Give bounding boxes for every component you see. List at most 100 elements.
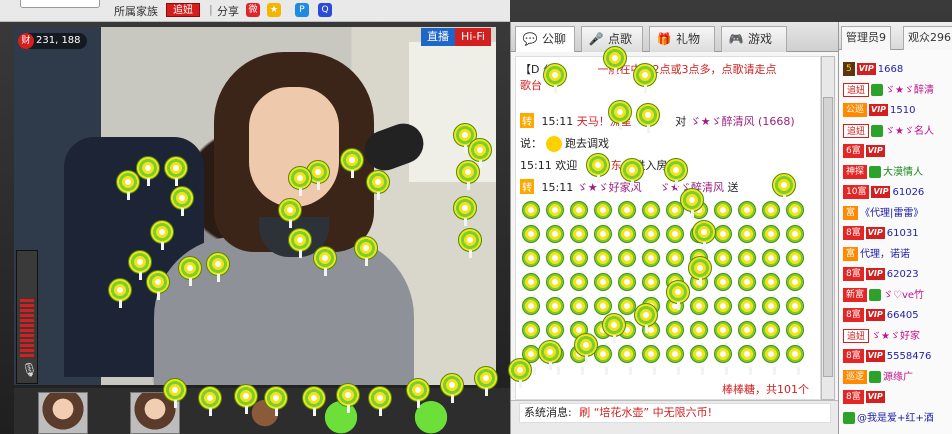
vip-badge: VIP: [865, 268, 885, 280]
level-badge: 富: [843, 246, 859, 261]
qzone-icon[interactable]: ★: [267, 3, 281, 17]
user-row[interactable]: 神探 大漠情人: [843, 164, 923, 181]
announcement-text-cont: 歌台: [520, 79, 542, 92]
lollipop-icon: [786, 201, 804, 231]
mic-volume-slider[interactable]: 🎙: [16, 250, 38, 384]
lollipop-icon: [468, 138, 492, 168]
user-name[interactable]: ゞ★ゞ好家: [871, 331, 920, 342]
tab-games[interactable]: 🎮 游戏: [721, 26, 787, 52]
tab-public-chat[interactable]: 💬 公聊: [515, 26, 575, 52]
user-name[interactable]: 66405: [887, 310, 919, 321]
lollipop-icon: [690, 297, 708, 327]
lollipop-icon: [786, 273, 804, 303]
member-icon: [843, 411, 855, 424]
lollipop-icon: [453, 196, 477, 226]
user-name[interactable]: 大漠情人: [883, 167, 923, 178]
hifi-badge[interactable]: Hi-Fi: [455, 28, 491, 46]
viewer-avatar[interactable]: [38, 392, 88, 434]
user-row[interactable]: 8富 VIP: [843, 390, 887, 406]
chat-scrollbar[interactable]: [821, 56, 835, 400]
user-name[interactable]: ゞ♡ve竹: [883, 290, 924, 301]
user-row[interactable]: 8富 VIP 62023: [843, 267, 919, 283]
lollipop-icon: [738, 321, 756, 351]
level-badge: 神探: [843, 164, 868, 179]
message-target-user[interactable]: ゞ★ゞ醉清风 (1668): [690, 115, 795, 128]
user-row[interactable]: 公巡 VIP 1510: [843, 103, 916, 119]
user-row[interactable]: 8富 VIP 5558476: [843, 349, 931, 365]
user-name[interactable]: 源缘广: [883, 372, 913, 383]
user-row[interactable]: 新富 ゞ♡ve竹: [843, 287, 924, 304]
lollipop-icon: [508, 358, 532, 388]
level-badge: 8富: [843, 267, 864, 281]
lollipop-icon: [666, 249, 684, 279]
lollipop-icon: [738, 297, 756, 327]
gift-summary: 棒棒糖，共101个: [722, 383, 809, 396]
user-row[interactable]: 追妞 ゞ★ゞ名人: [843, 123, 934, 140]
lollipop-icon: [594, 273, 612, 303]
tab-label: 公聊: [542, 32, 567, 46]
level-badge: 5: [843, 62, 855, 76]
tab-admins[interactable]: 管理员9: [841, 26, 891, 50]
lollipop-icon: [313, 246, 337, 276]
user-row[interactable]: 富《代理|雷雷》: [843, 205, 923, 222]
lollipop-icon: [636, 103, 660, 133]
member-icon: [871, 124, 884, 137]
user-name[interactable]: @我是爱+红+酒: [857, 413, 934, 424]
user-row[interactable]: 8富 VIP 61031: [843, 226, 919, 242]
lollipop-icon: [522, 249, 540, 279]
lollipop-icon: [570, 201, 588, 231]
wealth-counter: 财 231, 188: [18, 33, 87, 49]
lollipop-icon: [762, 273, 780, 303]
user-row[interactable]: 追妞 ゞ★ゞ好家: [843, 328, 920, 345]
qq-icon[interactable]: Q: [318, 3, 332, 17]
user-row[interactable]: 8富 VIP 66405: [843, 308, 919, 324]
volume-level: [20, 299, 34, 359]
message-connector: 对: [675, 115, 687, 128]
lollipop-icon: [618, 201, 636, 231]
user-name[interactable]: 《代理|雷雷》: [860, 208, 923, 219]
tab-gifts[interactable]: 🎁 礼物: [649, 26, 715, 52]
microphone-icon[interactable]: 🎙: [21, 363, 38, 379]
user-name[interactable]: 1510: [890, 105, 915, 116]
user-row[interactable]: 追妞 ゞ★ゞ醉清: [843, 82, 934, 99]
user-name[interactable]: 1668: [878, 64, 903, 75]
system-message[interactable]: 系统消息: 刷 “培花水壶” 中无限六币!: [519, 403, 831, 423]
user-name[interactable]: ゞ★ゞ名人: [885, 126, 934, 137]
lollipop-icon: [714, 297, 732, 327]
message-action: 送: [727, 181, 739, 194]
live-video-stream[interactable]: [14, 27, 496, 385]
avatar-thumbnail[interactable]: [20, 0, 100, 8]
user-name[interactable]: 代理，诺诺: [860, 249, 910, 260]
lollipop-icon: [366, 170, 390, 200]
lollipop-icon: [690, 321, 708, 351]
lollipop-icon: [594, 249, 612, 279]
user-row[interactable]: 富代理，诺诺: [843, 246, 910, 263]
user-name[interactable]: 61031: [887, 228, 919, 239]
gift-icon: 🎁: [656, 32, 672, 46]
scrollbar-thumb[interactable]: [823, 97, 833, 377]
user-row[interactable]: 6富 VIP: [843, 144, 887, 160]
system-text[interactable]: 刷 “培花水壶” 中无限六币!: [579, 406, 712, 419]
weibo-icon[interactable]: 微: [246, 3, 260, 17]
lollipop-icon: [664, 158, 688, 188]
follow-button[interactable]: 追妞: [166, 3, 200, 17]
level-badge: 新富: [843, 287, 868, 302]
user-name[interactable]: 5558476: [887, 351, 932, 362]
user-row[interactable]: 巡逻 源缘广: [843, 369, 913, 386]
lollipop-icon: [546, 201, 564, 231]
user-row[interactable]: 5 VIP 1668: [843, 62, 903, 78]
lollipop-icon: [642, 249, 660, 279]
wealth-icon: 财: [18, 33, 34, 49]
user-row[interactable]: @我是爱+红+酒: [843, 411, 934, 427]
p-icon[interactable]: P: [295, 3, 309, 17]
vip-badge: VIP: [865, 309, 885, 321]
user-name[interactable]: 62023: [887, 269, 919, 280]
user-row[interactable]: 10富 VIP 61026: [843, 185, 924, 201]
tab-viewers[interactable]: 观众296: [903, 26, 952, 50]
tab-label: 游戏: [748, 32, 773, 46]
level-badge: 8富: [843, 349, 864, 363]
lollipop-icon: [288, 228, 312, 258]
chat-bubble-icon: 💬: [522, 32, 538, 46]
user-name[interactable]: 61026: [892, 187, 924, 198]
user-name[interactable]: ゞ★ゞ醉清: [885, 85, 934, 96]
